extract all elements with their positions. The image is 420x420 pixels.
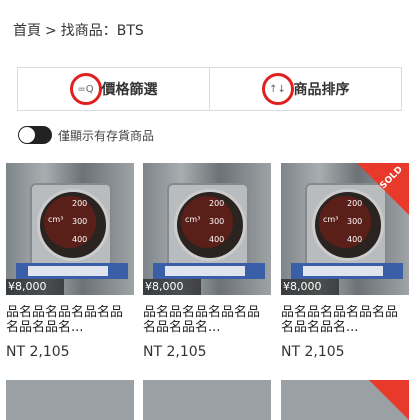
product-image[interactable]: 200 cm³ 300 400 ¥8,000	[6, 163, 134, 295]
overlay-price: ¥8,000	[281, 279, 339, 295]
breadcrumb-separator: >	[45, 23, 57, 39]
sold-badge: SOLD	[357, 163, 409, 215]
product-image-partial[interactable]	[6, 380, 134, 420]
breadcrumb-home[interactable]: 首頁	[13, 23, 41, 39]
sold-badge-partial	[369, 380, 409, 420]
sort-arrows-icon: ↑↓	[261, 73, 294, 105]
product-image[interactable]: 200 cm³ 300 400 ¥8,000	[143, 163, 271, 295]
product-card[interactable]: 200 cm³ 300 400 ¥8,000 品名品名品名品名品名品名品名...…	[143, 163, 271, 360]
product-title[interactable]: 品名品名品名品名品名品名品名...	[6, 305, 132, 335]
stock-toggle-label: 僅顯示有存貨商品	[58, 128, 155, 143]
sort-label: 商品排序	[293, 82, 350, 98]
sort-button[interactable]: ↑↓ 商品排序	[209, 68, 401, 110]
filter-search-icon: =Q	[69, 73, 102, 105]
overlay-price: ¥8,000	[6, 279, 64, 295]
product-card[interactable]: 200 cm³ 300 400 SOLD ¥8,000 品名品名品名品名品名品名…	[281, 163, 409, 360]
breadcrumb: 首頁 > 找商品：BTS	[13, 20, 148, 40]
product-card[interactable]: 200 cm³ 300 400 ¥8,000 品名品名品名品名品名品名品名...…	[6, 163, 134, 360]
product-image[interactable]: 200 cm³ 300 400 SOLD ¥8,000	[281, 163, 409, 295]
toggle-knob	[19, 127, 35, 143]
product-price: NT 2,105	[281, 344, 345, 360]
product-price: NT 2,105	[143, 344, 207, 360]
price-filter-label: 價格篩選	[101, 82, 158, 98]
stock-toggle-row: 僅顯示有存貨商品	[18, 126, 154, 144]
stock-toggle[interactable]	[18, 126, 52, 144]
breadcrumb-current: 找商品：BTS	[60, 23, 144, 39]
product-title[interactable]: 品名品名品名品名品名品名品名...	[281, 305, 407, 335]
price-filter-button[interactable]: =Q 價格篩選	[18, 68, 209, 110]
filter-bar: =Q 價格篩選 ↑↓ 商品排序	[17, 67, 402, 111]
product-image-partial[interactable]	[281, 380, 409, 420]
overlay-price: ¥8,000	[143, 279, 201, 295]
product-price: NT 2,105	[6, 344, 70, 360]
product-image-partial[interactable]	[143, 380, 271, 420]
product-title[interactable]: 品名品名品名品名品名品名品名...	[143, 305, 269, 335]
